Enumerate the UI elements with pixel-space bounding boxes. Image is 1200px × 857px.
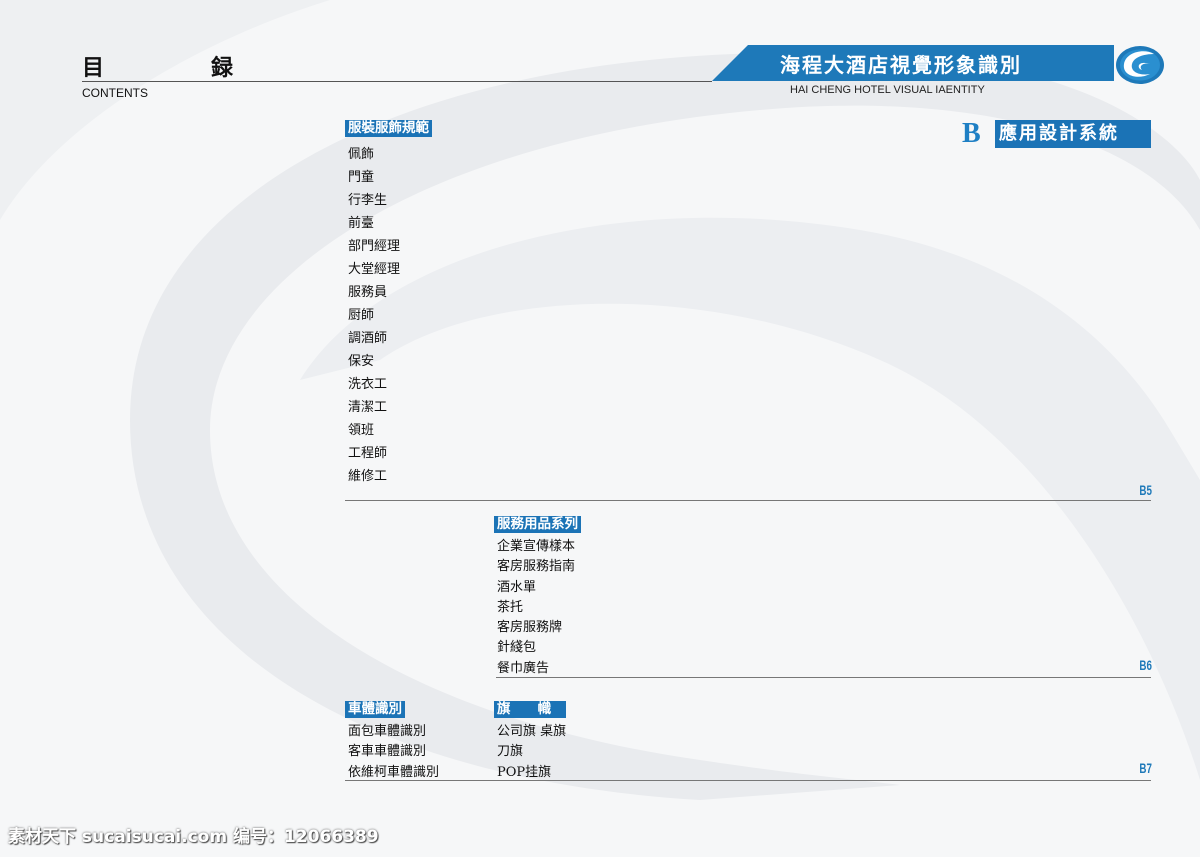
list-item: 佩飾 <box>348 147 375 162</box>
title-char-2: 録 <box>211 56 235 81</box>
list-item: 針綫包 <box>497 640 537 656</box>
list-item: 企業宣傳樣本 <box>497 539 576 554</box>
list-item: 客車車體識別 <box>348 744 427 760</box>
banner-subtitle: HAI CHENG HOTEL VISUAL IAENTITY <box>790 84 985 96</box>
list-item: 客房服務牌 <box>497 620 563 636</box>
service-list: 企業宣傳樣本 客房服務指南 酒水單 茶托 客房服務牌 針綫包 餐巾廣告 <box>497 537 575 679</box>
hotel-logo-icon <box>1116 46 1164 84</box>
list-item: 洗衣工 <box>348 377 388 392</box>
list-item: 行李生 <box>348 193 388 208</box>
list-item: 清潔工 <box>348 400 388 415</box>
flags-section-title: 旗 幟 <box>494 701 566 718</box>
uniform-list: 佩飾 門童 行李生 前臺 部門經理 大堂經理 服務員 厨師 調酒師 保安 洗衣工… <box>348 143 400 488</box>
page-title-cn: 目録 <box>82 50 234 82</box>
section-label: 應用設計系統 <box>995 120 1151 148</box>
header-divider <box>82 81 712 82</box>
section-letter: B <box>962 118 981 149</box>
list-item: 酒水單 <box>497 579 537 595</box>
list-item: 保安 <box>348 354 375 369</box>
section-divider <box>345 500 1151 501</box>
page-code-b7: B7 <box>1139 760 1152 776</box>
list-item: 大堂經理 <box>348 262 401 277</box>
title-char-1: 目 <box>82 56 106 81</box>
list-item: 茶托 <box>497 599 524 615</box>
uniform-section-title: 服裝服飾規範 <box>345 120 432 137</box>
list-item: 領班 <box>348 423 375 438</box>
list-item: 調酒師 <box>348 331 388 346</box>
vehicle-section-title: 車體識別 <box>345 701 405 718</box>
list-item: 公司旗 桌旗 <box>497 724 567 739</box>
page-code-b6: B6 <box>1139 657 1152 673</box>
page-code-b5: B5 <box>1139 482 1152 498</box>
list-item: 厨師 <box>348 308 375 323</box>
list-item: 服務員 <box>348 285 388 300</box>
vehicle-list: 面包車體識別 客車車體識別 依維柯車體識別 <box>348 722 439 783</box>
flags-list: 公司旗 桌旗 刀旗 POP挂旗 <box>497 722 566 783</box>
list-item: 維修工 <box>348 469 388 484</box>
list-item: 前臺 <box>348 216 375 231</box>
section-divider <box>345 780 1151 781</box>
banner-title: 海程大酒店視覺形象識別 <box>780 53 1022 77</box>
list-item: 門童 <box>348 170 375 185</box>
section-divider <box>496 677 1151 678</box>
list-item: 客房服務指南 <box>497 559 576 575</box>
list-item: 工程師 <box>348 446 388 461</box>
service-section-title: 服務用品系列 <box>494 516 581 533</box>
page-title-en: CONTENTS <box>82 86 148 100</box>
list-item: 刀旗 <box>497 744 524 760</box>
list-item: 面包車體識別 <box>348 724 427 739</box>
watermark-text: 素材天下 sucaisucai.com 编号：12066389 <box>8 827 379 847</box>
list-item: 部門經理 <box>348 239 401 254</box>
